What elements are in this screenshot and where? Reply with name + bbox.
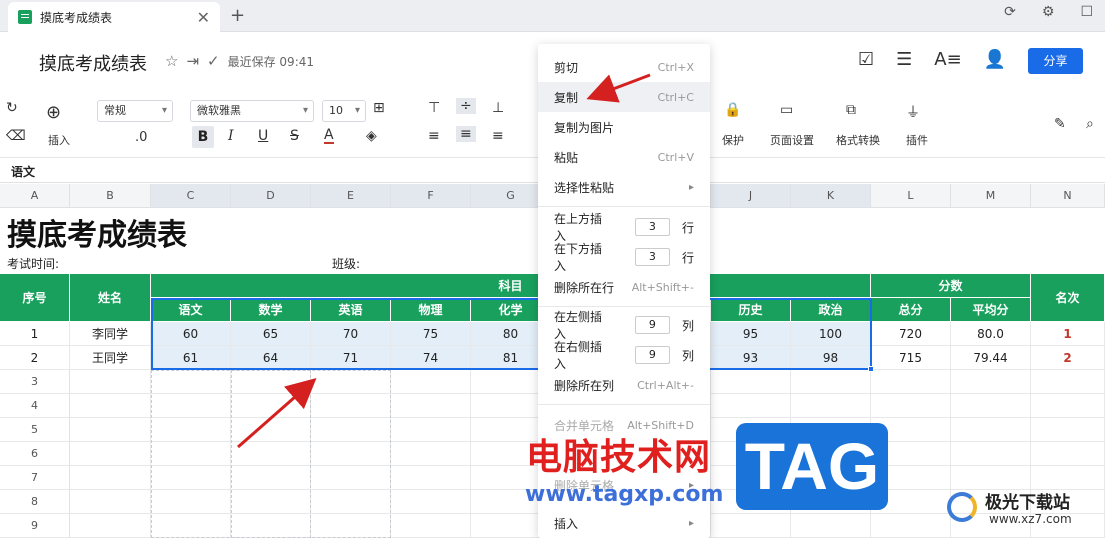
watermark-logo: 极光下载站 www.xz7.com [945,486,1105,538]
arrow-to-selection [237,378,317,449]
watermark-site-url: www.tagxp.com [525,482,724,507]
watermark-tag-logo: TAG [736,423,888,510]
arrow-to-copy [586,73,651,103]
watermark-site-cn: 电脑技术网 [526,437,712,478]
aurora-logo-icon [947,492,977,522]
